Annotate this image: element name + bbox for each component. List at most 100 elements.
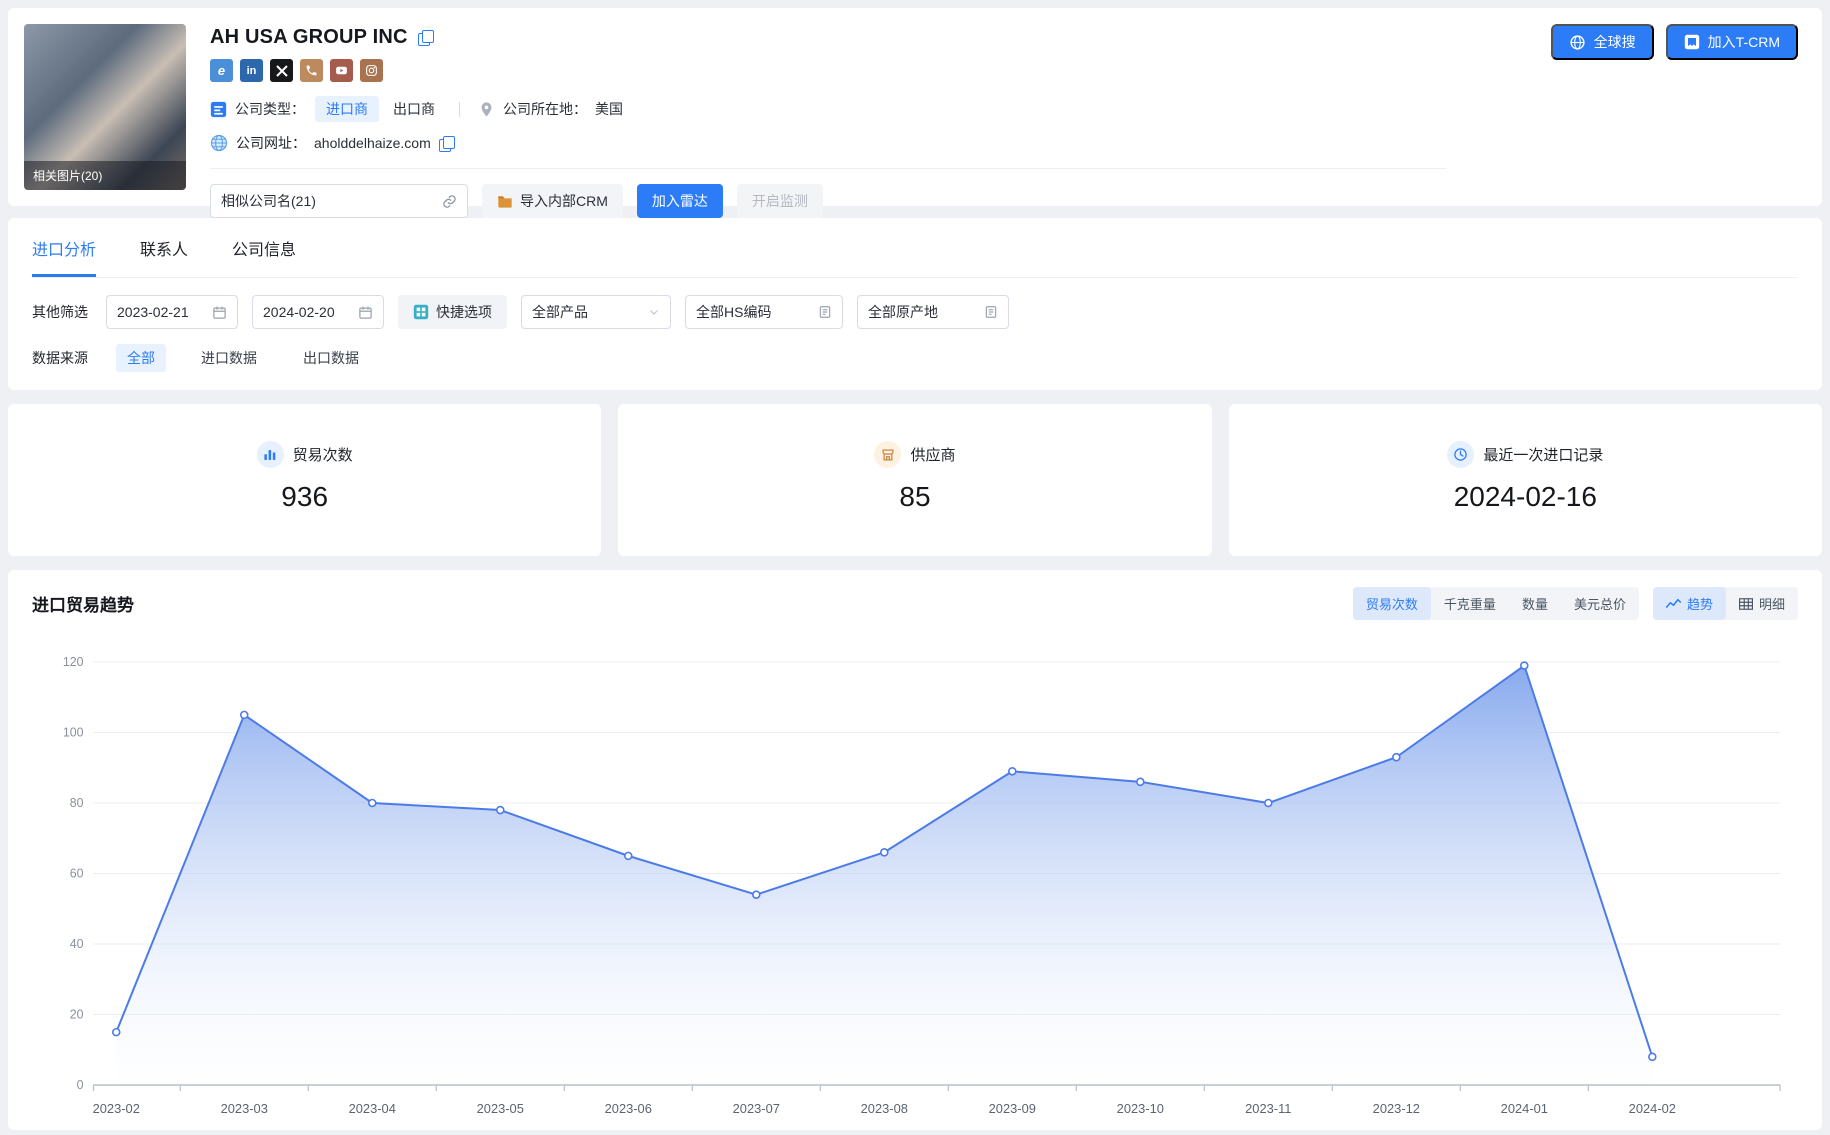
- location-value: 美国: [595, 99, 623, 119]
- stat-value: 85: [618, 481, 1211, 513]
- company-name: AH USA GROUP INC: [210, 26, 408, 49]
- tab-company-info[interactable]: 公司信息: [232, 236, 296, 277]
- all-origin-select[interactable]: 全部原产地: [857, 295, 1009, 329]
- globe-icon: [210, 134, 228, 152]
- table-icon: [1739, 598, 1753, 610]
- metric-kg-weight[interactable]: 千克重量: [1431, 587, 1509, 620]
- link-icon: [442, 194, 457, 209]
- location-pin-icon: [478, 101, 495, 118]
- metric-quantity[interactable]: 数量: [1509, 587, 1561, 620]
- join-tcrm-button[interactable]: 加入T-CRM: [1666, 24, 1798, 60]
- youtube-icon[interactable]: [330, 59, 353, 82]
- company-type-label: 公司类型：: [235, 99, 305, 119]
- svg-text:2023-04: 2023-04: [349, 1101, 396, 1116]
- import-crm-button[interactable]: 导入内部CRM: [482, 184, 623, 218]
- company-type-icon: [210, 101, 227, 118]
- similar-companies-label: 相似公司名(21): [221, 191, 316, 211]
- ie-icon[interactable]: e: [210, 59, 233, 82]
- type-importer-tag[interactable]: 进口商: [315, 96, 379, 122]
- stat-label: 供应商: [910, 444, 955, 465]
- stat-label: 贸易次数: [293, 444, 353, 465]
- other-filters-label: 其他筛选: [32, 302, 88, 322]
- all-hs-code-select[interactable]: 全部HS编码: [685, 295, 843, 329]
- tab-contacts[interactable]: 联系人: [140, 236, 188, 277]
- website-label: 公司网址：: [236, 133, 306, 153]
- analysis-panel: 进口分析 联系人 公司信息 其他筛选 2023-02-21 2024-02-20…: [8, 218, 1822, 390]
- similar-companies-button[interactable]: 相似公司名(21): [210, 184, 468, 218]
- svg-text:100: 100: [63, 725, 84, 739]
- svg-text:2023-05: 2023-05: [477, 1101, 524, 1116]
- filter-bar: 其他筛选 2023-02-21 2024-02-20 快捷选项 全部产品 全部H…: [32, 295, 1798, 329]
- tab-bar: 进口分析 联系人 公司信息: [32, 218, 1798, 278]
- global-search-button[interactable]: 全球搜: [1551, 24, 1654, 60]
- phone-icon[interactable]: [300, 59, 323, 82]
- list-icon: [984, 305, 998, 319]
- website-link[interactable]: aholddelhaize.com: [314, 135, 431, 151]
- metric-usd-total[interactable]: 美元总价: [1561, 587, 1639, 620]
- svg-text:2023-07: 2023-07: [733, 1101, 780, 1116]
- svg-text:0: 0: [77, 1078, 84, 1092]
- date-from-input[interactable]: 2023-02-21: [106, 295, 238, 329]
- metric-segmented-control: 贸易次数 千克重量 数量 美元总价: [1353, 587, 1639, 620]
- tcrm-icon: [1684, 34, 1700, 50]
- calendar-icon: [212, 305, 227, 320]
- svg-text:2023-10: 2023-10: [1117, 1101, 1164, 1116]
- stat-value: 2024-02-16: [1229, 481, 1822, 513]
- svg-text:2023-09: 2023-09: [989, 1101, 1036, 1116]
- tab-import-analysis[interactable]: 进口分析: [32, 236, 96, 277]
- quick-options-button[interactable]: 快捷选项: [398, 295, 507, 329]
- bar-chart-icon: [257, 441, 284, 468]
- svg-text:2023-11: 2023-11: [1245, 1101, 1291, 1116]
- type-exporter-tag[interactable]: 出口商: [387, 96, 441, 122]
- folder-icon: [497, 194, 513, 208]
- view-segmented-control: 趋势 明细: [1653, 587, 1798, 620]
- svg-text:2023-08: 2023-08: [861, 1101, 908, 1116]
- svg-text:2023-03: 2023-03: [221, 1101, 268, 1116]
- chevron-down-icon: [648, 306, 660, 318]
- divider: [459, 102, 460, 117]
- instagram-icon[interactable]: [360, 59, 383, 82]
- svg-text:2023-06: 2023-06: [605, 1101, 652, 1116]
- chart-toolbar: 贸易次数 千克重量 数量 美元总价 趋势 明细: [1353, 587, 1798, 620]
- source-option-all[interactable]: 全部: [116, 344, 166, 372]
- location-label: 公司所在地：: [503, 99, 587, 119]
- svg-text:40: 40: [70, 937, 84, 951]
- svg-text:2024-02: 2024-02: [1629, 1101, 1676, 1116]
- view-detail[interactable]: 明细: [1726, 587, 1798, 620]
- related-images-label: 相关图片(20): [24, 161, 186, 190]
- stat-card-suppliers: 供应商 85: [618, 404, 1211, 556]
- data-source-label: 数据来源: [32, 348, 88, 368]
- svg-text:2023-12: 2023-12: [1373, 1101, 1420, 1116]
- stat-value: 936: [8, 481, 601, 513]
- all-products-select[interactable]: 全部产品: [521, 295, 671, 329]
- stat-card-last-import: 最近一次进口记录 2024-02-16: [1229, 404, 1822, 556]
- trend-chart-card: 进口贸易趋势 贸易次数 千克重量 数量 美元总价 趋势 明细: [8, 570, 1822, 1130]
- svg-text:80: 80: [70, 796, 84, 810]
- chart-title: 进口贸易趋势: [32, 591, 134, 616]
- svg-text:120: 120: [63, 655, 84, 669]
- x-icon[interactable]: [270, 59, 293, 82]
- add-radar-button[interactable]: 加入雷达: [637, 184, 723, 218]
- start-monitor-button[interactable]: 开启监测: [737, 184, 823, 218]
- copy-company-name-icon[interactable]: [418, 30, 433, 45]
- svg-text:2023-02: 2023-02: [93, 1101, 140, 1116]
- svg-text:60: 60: [70, 866, 84, 880]
- stat-cards: 贸易次数 936 供应商 85 最近一次进口记录 2024-02-16: [8, 404, 1822, 556]
- related-image-thumbnail[interactable]: 相关图片(20): [24, 24, 186, 190]
- svg-text:2024-01: 2024-01: [1501, 1101, 1548, 1116]
- line-chart-icon: [1666, 598, 1681, 610]
- store-icon: [874, 441, 901, 468]
- data-source-bar: 数据来源 全部 进口数据 出口数据: [32, 344, 1798, 372]
- copy-website-icon[interactable]: [439, 136, 454, 151]
- linkedin-icon[interactable]: in: [240, 59, 263, 82]
- source-option-import[interactable]: 进口数据: [190, 344, 268, 372]
- source-option-export[interactable]: 出口数据: [292, 344, 370, 372]
- date-to-input[interactable]: 2024-02-20: [252, 295, 384, 329]
- list-icon: [818, 305, 832, 319]
- social-links: e in: [210, 59, 1798, 82]
- view-trend[interactable]: 趋势: [1653, 587, 1726, 620]
- metric-trade-count[interactable]: 贸易次数: [1353, 587, 1431, 620]
- svg-text:20: 20: [70, 1007, 84, 1021]
- clock-icon: [1447, 441, 1474, 468]
- quick-options-icon: [413, 304, 429, 320]
